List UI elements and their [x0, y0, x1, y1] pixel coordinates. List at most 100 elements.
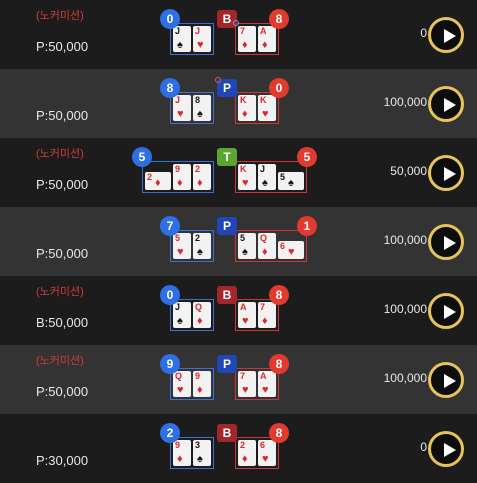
playing-card: 7 ♦ [258, 302, 276, 328]
result-marker: B [217, 286, 237, 304]
card-suit-icon: ♦ [197, 315, 203, 327]
bet-amount: P:50,000 [36, 108, 89, 123]
pair-marker-icon [233, 20, 239, 26]
card-suit-icon: ♦ [262, 39, 268, 51]
card-rank: J [175, 95, 181, 105]
playing-card: 6 ♥ [278, 241, 304, 259]
banker-score-badge: 8 [269, 285, 289, 305]
card-rank: J [260, 164, 266, 174]
playing-card: A ♥ [238, 302, 256, 328]
banker-score-badge: 5 [297, 147, 317, 167]
player-score-badge: 8 [160, 78, 180, 98]
card-suit-icon: ♦ [197, 384, 203, 396]
banker-hand: A ♥ 7 ♦ [235, 299, 279, 331]
card-rank: 5 [175, 233, 181, 243]
card-rank: A [260, 26, 267, 36]
playing-card: 8 ♠ [193, 95, 211, 121]
payout-amount: 100,000 [383, 302, 427, 316]
card-rank: J [195, 26, 201, 36]
payout-amount: 0 [420, 26, 427, 40]
card-suit-icon: ♦ [262, 246, 268, 258]
no-commission-label: (노커미션) [36, 286, 84, 298]
card-rank: 9 [175, 164, 181, 174]
bet-amount: P:50,000 [36, 39, 89, 54]
payout-amount: 100,000 [383, 233, 427, 247]
card-rank: K [240, 95, 247, 105]
card-rank: 3 [195, 440, 201, 450]
replay-play-button[interactable] [428, 17, 464, 53]
card-rank: Q [260, 233, 268, 243]
player-score-badge: 7 [160, 216, 180, 236]
card-suit-icon: ♠ [197, 108, 203, 120]
player-hand: Q ♥ 9 ♦ [170, 368, 214, 400]
history-row: P:50,000 5 ♥ 2 ♠ 5 ♠ Q ♦ 6 ♥ 7 P 1 100,000 [0, 207, 477, 276]
card-suit-icon: ♥ [177, 108, 184, 120]
banker-score-badge: 0 [269, 78, 289, 98]
playing-card: 2 ♠ [193, 233, 211, 259]
no-commission-label: (노커미션) [36, 148, 84, 160]
card-rank: 2 [240, 440, 246, 450]
payout-amount: 100,000 [383, 371, 427, 385]
playing-card: 5 ♥ [173, 233, 191, 259]
card-rank: 8 [195, 95, 201, 105]
card-rank: Q [195, 302, 203, 312]
playing-card: 5 ♠ [238, 233, 256, 259]
card-rank: 2 [195, 164, 201, 174]
card-rank: A [240, 302, 247, 312]
replay-play-button[interactable] [428, 224, 464, 260]
result-marker: P [217, 217, 237, 235]
card-suit-icon: ♠ [288, 177, 294, 189]
playing-card: J ♠ [173, 26, 191, 52]
replay-play-button[interactable] [428, 293, 464, 329]
card-suit-icon: ♥ [262, 453, 269, 465]
banker-score-badge: 8 [269, 423, 289, 443]
card-suit-icon: ♠ [197, 453, 203, 465]
card-rank: 6 [280, 241, 286, 251]
history-row: (노커미션) P:50,000 2 ♦ 9 ♦ 2 ♦ K ♥ J ♠ 5 ♠ 5 T 5 50,000 [0, 138, 477, 207]
card-rank: 5 [240, 233, 246, 243]
player-score-badge: 0 [160, 285, 180, 305]
no-commission-label: (노커미션) [36, 10, 84, 22]
card-suit-icon: ♥ [262, 108, 269, 120]
player-score-badge: 2 [160, 423, 180, 443]
card-rank: 5 [280, 172, 286, 182]
playing-card: 3 ♠ [193, 440, 211, 466]
banker-score-badge: 8 [269, 354, 289, 374]
player-score-badge: 9 [160, 354, 180, 374]
replay-play-button[interactable] [428, 431, 464, 467]
card-rank: 7 [240, 371, 246, 381]
playing-card: 2 ♦ [193, 164, 211, 190]
history-row: P:50,000 J ♥ 8 ♠ K ♦ K ♥ 8 P 0 100,000 [0, 69, 477, 138]
no-commission-label: (노커미션) [36, 355, 84, 367]
playing-card: J ♥ [173, 95, 191, 121]
playing-card: 6 ♥ [258, 440, 276, 466]
playing-card: J ♥ [193, 26, 211, 52]
replay-play-button[interactable] [428, 155, 464, 191]
playing-card: J ♠ [258, 164, 276, 190]
card-suit-icon: ♥ [197, 39, 204, 51]
history-row: (노커미션) P:50,000 J ♠ J ♥ 7 ♦ A ♦ 0 B 8 0 [0, 0, 477, 69]
card-rank: 9 [195, 371, 201, 381]
replay-play-button[interactable] [428, 86, 464, 122]
playing-card: 9 ♦ [193, 371, 211, 397]
payout-amount: 100,000 [383, 95, 427, 109]
card-rank: 7 [260, 302, 266, 312]
card-suit-icon: ♦ [197, 177, 203, 189]
replay-play-button[interactable] [428, 362, 464, 398]
payout-amount: 50,000 [390, 164, 427, 178]
card-suit-icon: ♦ [262, 315, 268, 327]
banker-hand: 2 ♦ 6 ♥ [235, 437, 279, 469]
card-suit-icon: ♦ [177, 177, 183, 189]
bet-amount: P:50,000 [36, 246, 89, 261]
playing-card: A ♥ [258, 371, 276, 397]
card-suit-icon: ♥ [242, 177, 249, 189]
card-rank: 6 [260, 440, 266, 450]
card-suit-icon: ♦ [155, 177, 161, 189]
playing-card: 9 ♦ [173, 440, 191, 466]
card-rank: 2 [195, 233, 201, 243]
card-suit-icon: ♥ [177, 246, 184, 258]
card-rank: K [240, 164, 247, 174]
bet-amount: P:50,000 [36, 177, 89, 192]
card-suit-icon: ♦ [177, 453, 183, 465]
card-suit-icon: ♥ [242, 384, 249, 396]
